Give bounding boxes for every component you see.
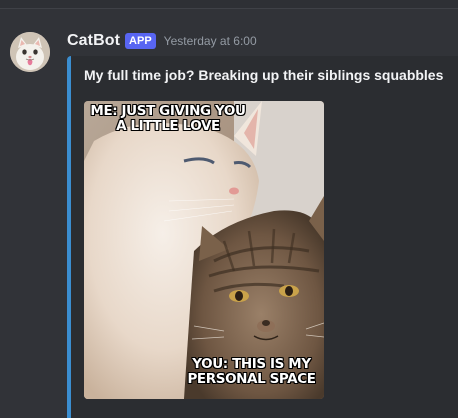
message-timestamp[interactable]: Yesterday at 6:00 <box>164 34 257 48</box>
cat-avatar-icon <box>10 32 50 72</box>
author-name[interactable]: CatBot <box>67 32 120 50</box>
message-divider <box>0 8 458 9</box>
cat-meme-photo <box>84 101 324 399</box>
meme-top-line-1: ME: JUST GIVING YOU <box>90 103 246 119</box>
author-avatar[interactable] <box>10 32 50 72</box>
message-embed: My full time job? Breaking up their sibl… <box>67 56 458 418</box>
meme-bottom-line-2: PERSONAL SPACE <box>187 371 316 387</box>
previous-message-area <box>0 0 458 8</box>
embed-image[interactable]: ME: JUST GIVING YOU A LITTLE LOVE YOU: T… <box>84 101 324 399</box>
meme-top-caption: ME: JUST GIVING YOU A LITTLE LOVE <box>88 104 248 134</box>
meme-top-line-2: A LITTLE LOVE <box>116 118 220 134</box>
meme-bottom-caption: YOU: THIS IS MY PERSONAL SPACE <box>179 357 324 387</box>
embed-title: My full time job? Breaking up their sibl… <box>84 67 444 83</box>
message-header: CatBot APP Yesterday at 6:00 <box>67 30 257 52</box>
meme-bottom-line-1: YOU: THIS IS MY <box>192 356 311 372</box>
app-badge: APP <box>125 33 156 49</box>
